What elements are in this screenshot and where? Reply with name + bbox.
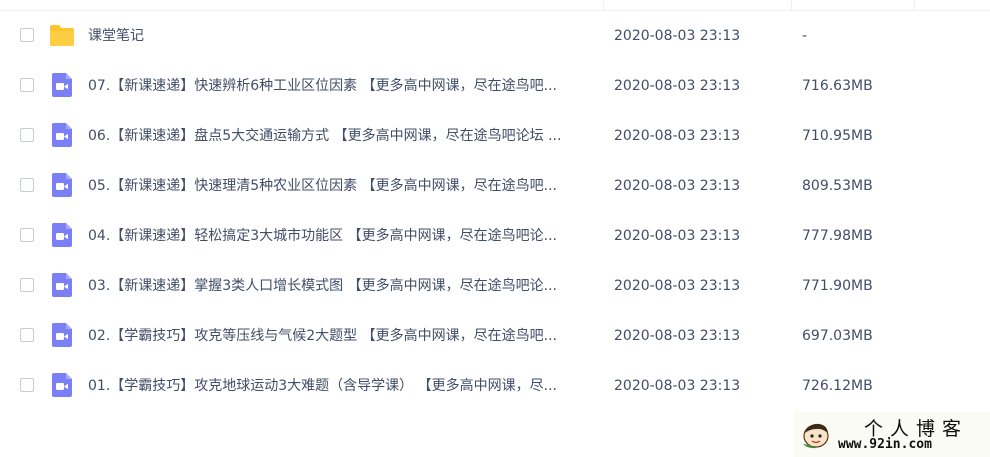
file-date: 2020-08-03 23:13 [614, 378, 741, 394]
video-file-icon [52, 173, 72, 197]
file-name[interactable]: 06.【新课速递】盘点5大交通运输方式 【更多高中网课，尽在途鸟吧论坛 ... [88, 111, 593, 161]
file-name[interactable]: 07.【新课速递】快速辨析6种工业区位因素 【更多高中网课，尽在途鸟吧... [88, 61, 593, 111]
file-row-video[interactable]: 05.【新课速递】快速理清5种农业区位因素 【更多高中网课，尽在途鸟吧... 2… [0, 161, 990, 211]
file-row-video[interactable]: 01.【学霸技巧】攻克地球运动3大难题（含导学课） 【更多高中网课，尽... 2… [0, 361, 990, 411]
file-size: - [802, 28, 808, 44]
column-divider [791, 0, 792, 10]
file-date: 2020-08-03 23:13 [614, 328, 741, 344]
file-size: 809.53MB [802, 178, 873, 194]
file-date: 2020-08-03 23:13 [614, 228, 741, 244]
file-row-video[interactable]: 04.【新课速递】轻松搞定3大城市功能区 【更多高中网课，尽在途鸟吧论... 2… [0, 211, 990, 261]
file-name[interactable]: 04.【新课速递】轻松搞定3大城市功能区 【更多高中网课，尽在途鸟吧论... [88, 211, 593, 261]
video-file-icon [52, 373, 72, 397]
file-row-folder[interactable]: 课堂笔记 2020-08-03 23:13 - [0, 11, 990, 61]
file-date: 2020-08-03 23:13 [614, 128, 741, 144]
row-checkbox[interactable] [20, 278, 34, 292]
file-row-video[interactable]: 06.【新课速递】盘点5大交通运输方式 【更多高中网课，尽在途鸟吧论坛 ... … [0, 111, 990, 161]
file-row-video[interactable]: 07.【新课速递】快速辨析6种工业区位因素 【更多高中网课，尽在途鸟吧... 2… [0, 61, 990, 111]
file-date: 2020-08-03 23:13 [614, 28, 741, 44]
file-name[interactable]: 01.【学霸技巧】攻克地球运动3大难题（含导学课） 【更多高中网课，尽... [88, 361, 593, 411]
row-checkbox[interactable] [20, 378, 34, 392]
column-divider [914, 0, 915, 10]
video-file-icon [52, 123, 72, 147]
row-checkbox[interactable] [20, 78, 34, 92]
column-divider [603, 0, 604, 10]
file-size: 697.03MB [802, 328, 873, 344]
file-row-video[interactable]: 02.【学霸技巧】攻克等压线与气候2大题型 【更多高中网课，尽在途鸟吧... 2… [0, 311, 990, 361]
file-size: 777.98MB [802, 228, 873, 244]
folder-icon [50, 25, 74, 46]
file-date: 2020-08-03 23:13 [614, 78, 741, 94]
file-name[interactable]: 课堂笔记 [88, 11, 593, 61]
file-name[interactable]: 03.【新课速递】掌握3类人口增长模式图 【更多高中网课，尽在途鸟吧论... [88, 261, 593, 311]
file-row-video[interactable]: 03.【新课速递】掌握3类人口增长模式图 【更多高中网课，尽在途鸟吧论... 2… [0, 261, 990, 311]
row-checkbox[interactable] [20, 228, 34, 242]
row-checkbox[interactable] [20, 28, 34, 42]
site-watermark: 个人博客 www.92in.com [794, 412, 990, 457]
file-size: 710.95MB [802, 128, 873, 144]
video-file-icon [52, 273, 72, 297]
file-size: 771.90MB [802, 278, 873, 294]
file-date: 2020-08-03 23:13 [614, 178, 741, 194]
file-date: 2020-08-03 23:13 [614, 278, 741, 294]
row-checkbox[interactable] [20, 128, 34, 142]
row-checkbox[interactable] [20, 328, 34, 342]
file-name[interactable]: 05.【新课速递】快速理清5种农业区位因素 【更多高中网课，尽在途鸟吧... [88, 161, 593, 211]
file-size: 726.12MB [802, 378, 873, 394]
video-file-icon [52, 73, 72, 97]
mascot-logo-icon [803, 423, 829, 449]
file-size: 716.63MB [802, 78, 873, 94]
video-file-icon [52, 223, 72, 247]
watermark-url: www.92in.com [838, 437, 932, 452]
video-file-icon [52, 323, 72, 347]
row-checkbox[interactable] [20, 178, 34, 192]
table-header-strip [0, 0, 990, 11]
file-name[interactable]: 02.【学霸技巧】攻克等压线与气候2大题型 【更多高中网课，尽在途鸟吧... [88, 311, 593, 361]
